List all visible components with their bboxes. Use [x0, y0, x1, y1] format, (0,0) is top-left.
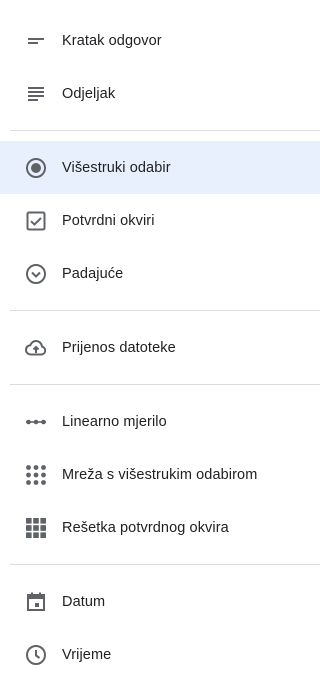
- menu-item-label: Potvrdni okviri: [62, 212, 155, 229]
- question-type-menu: Kratak odgovor Odjeljak Višestruki odabi…: [0, 0, 320, 665]
- checkbox-icon: [24, 209, 48, 233]
- divider: [10, 310, 320, 311]
- menu-item-label: Rešetka potvrdnog okvira: [62, 519, 229, 536]
- menu-item-multiple-choice-grid[interactable]: Mreža s višestrukim odabirom: [0, 448, 320, 501]
- short-answer-icon: [24, 29, 48, 53]
- divider: [10, 564, 320, 565]
- paragraph-icon: [24, 82, 48, 106]
- radio-button-icon: [24, 156, 48, 180]
- grid-dots-icon: [24, 463, 48, 487]
- menu-item-time[interactable]: Vrijeme: [0, 628, 320, 681]
- divider: [10, 130, 320, 131]
- grid-squares-icon: [24, 516, 48, 540]
- menu-item-label: Odjeljak: [62, 85, 116, 102]
- calendar-icon: [24, 590, 48, 614]
- menu-item-date[interactable]: Datum: [0, 575, 320, 628]
- menu-item-label: Datum: [62, 593, 106, 610]
- menu-item-dropdown[interactable]: Padajuće: [0, 247, 320, 300]
- menu-item-label: Prijenos datoteke: [62, 339, 176, 356]
- menu-item-checkboxes[interactable]: Potvrdni okviri: [0, 194, 320, 247]
- menu-item-label: Linearno mjerilo: [62, 413, 167, 430]
- menu-item-label: Vrijeme: [62, 646, 112, 663]
- menu-item-linear-scale[interactable]: Linearno mjerilo: [0, 395, 320, 448]
- dropdown-icon: [24, 262, 48, 286]
- menu-item-label: Višestruki odabir: [62, 159, 171, 176]
- linear-scale-icon: [24, 410, 48, 434]
- clock-icon: [24, 643, 48, 667]
- menu-item-label: Mreža s višestrukim odabirom: [62, 466, 258, 483]
- menu-item-checkbox-grid[interactable]: Rešetka potvrdnog okvira: [0, 501, 320, 554]
- menu-item-paragraph[interactable]: Odjeljak: [0, 67, 320, 120]
- cloud-upload-icon: [24, 336, 48, 360]
- menu-item-label: Kratak odgovor: [62, 32, 162, 49]
- menu-item-label: Padajuće: [62, 265, 124, 282]
- menu-item-short-answer[interactable]: Kratak odgovor: [0, 14, 320, 67]
- menu-item-file-upload[interactable]: Prijenos datoteke: [0, 321, 320, 374]
- divider: [10, 384, 320, 385]
- menu-item-multiple-choice[interactable]: Višestruki odabir: [0, 141, 320, 194]
